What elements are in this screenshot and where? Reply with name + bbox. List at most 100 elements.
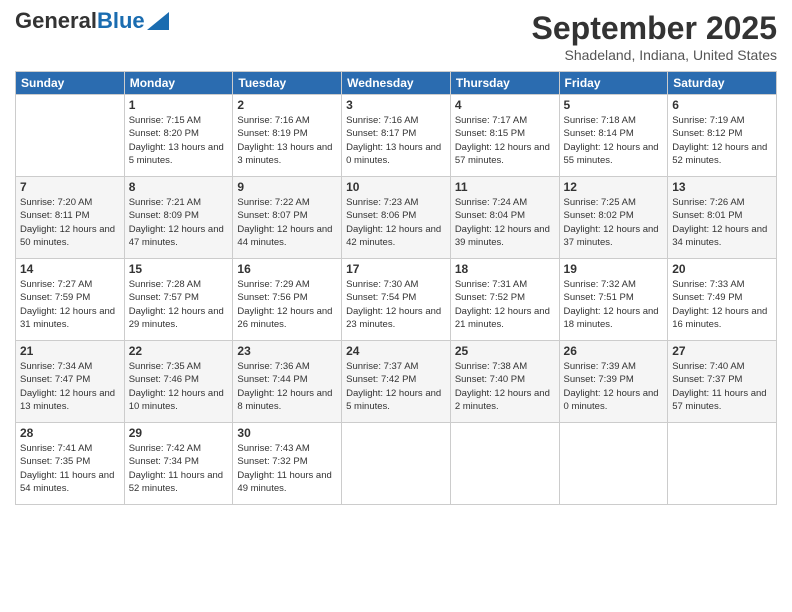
- calendar-cell: 28Sunrise: 7:41 AMSunset: 7:35 PMDayligh…: [16, 423, 125, 505]
- day-info: Sunrise: 7:24 AMSunset: 8:04 PMDaylight:…: [455, 196, 555, 249]
- day-info: Sunrise: 7:27 AMSunset: 7:59 PMDaylight:…: [20, 278, 120, 331]
- day-number: 11: [455, 180, 555, 194]
- calendar-cell: 4 Sunrise: 7:17 AMSunset: 8:15 PMDaylight…: [450, 95, 559, 177]
- calendar-table: SundayMondayTuesdayWednesdayThursdayFrid…: [15, 71, 777, 505]
- calendar-cell: [342, 423, 451, 505]
- subtitle: Shadeland, Indiana, United States: [532, 47, 777, 63]
- day-number: 6: [672, 98, 772, 112]
- day-number: 4: [455, 98, 555, 112]
- calendar-week-row: 21Sunrise: 7:34 AMSunset: 7:47 PMDayligh…: [16, 341, 777, 423]
- col-header-monday: Monday: [124, 72, 233, 95]
- day-number: 5: [564, 98, 664, 112]
- calendar-cell: 23 Sunrise: 7:36 AMSunset: 7:44 PMDayligh…: [233, 341, 342, 423]
- day-number: 18: [455, 262, 555, 276]
- calendar-cell: 7 Sunrise: 7:20 AMSunset: 8:11 PMDaylight…: [16, 177, 125, 259]
- day-number: 19: [564, 262, 664, 276]
- calendar-cell: 22 Sunrise: 7:35 AMSunset: 7:46 PMDayligh…: [124, 341, 233, 423]
- day-number: 24: [346, 344, 446, 358]
- calendar-cell: 8Sunrise: 7:21 AMSunset: 8:09 PMDaylight…: [124, 177, 233, 259]
- logo-blue: Blue: [97, 8, 145, 33]
- col-header-wednesday: Wednesday: [342, 72, 451, 95]
- day-info: Sunrise: 7:22 AMSunset: 8:07 PMDaylight:…: [237, 196, 337, 249]
- day-info: Sunrise: 7:37 AMSunset: 7:42 PMDaylight:…: [346, 360, 446, 413]
- calendar-cell: 3Sunrise: 7:16 AMSunset: 8:17 PMDaylight…: [342, 95, 451, 177]
- col-header-friday: Friday: [559, 72, 668, 95]
- calendar-cell: 9 Sunrise: 7:22 AMSunset: 8:07 PMDaylight…: [233, 177, 342, 259]
- calendar-cell: 26 Sunrise: 7:39 AMSunset: 7:39 PMDayligh…: [559, 341, 668, 423]
- logo-icon: [147, 12, 169, 30]
- day-number: 8: [129, 180, 229, 194]
- day-info: Sunrise: 7:34 AMSunset: 7:47 PMDaylight:…: [20, 360, 120, 413]
- calendar-cell: 20Sunrise: 7:33 AMSunset: 7:49 PMDayligh…: [668, 259, 777, 341]
- day-number: 9: [237, 180, 337, 194]
- logo: GeneralBlue: [15, 10, 169, 32]
- calendar-cell: 15 Sunrise: 7:28 AMSunset: 7:57 PMDayligh…: [124, 259, 233, 341]
- day-info: Sunrise: 7:15 AMSunset: 8:20 PMDaylight:…: [129, 114, 229, 167]
- calendar-cell: 29 Sunrise: 7:42 AMSunset: 7:34 PMDayligh…: [124, 423, 233, 505]
- day-number: 22: [129, 344, 229, 358]
- day-info: Sunrise: 7:42 AMSunset: 7:34 PMDaylight:…: [129, 442, 229, 495]
- calendar-week-row: 14Sunrise: 7:27 AMSunset: 7:59 PMDayligh…: [16, 259, 777, 341]
- day-number: 13: [672, 180, 772, 194]
- day-info: Sunrise: 7:39 AMSunset: 7:39 PMDaylight:…: [564, 360, 664, 413]
- calendar-cell: 18 Sunrise: 7:31 AMSunset: 7:52 PMDayligh…: [450, 259, 559, 341]
- calendar-cell: 21Sunrise: 7:34 AMSunset: 7:47 PMDayligh…: [16, 341, 125, 423]
- calendar-cell: 17 Sunrise: 7:30 AMSunset: 7:54 PMDayligh…: [342, 259, 451, 341]
- day-number: 2: [237, 98, 337, 112]
- day-info: Sunrise: 7:40 AMSunset: 7:37 PMDaylight:…: [672, 360, 772, 413]
- day-number: 7: [20, 180, 120, 194]
- day-info: Sunrise: 7:19 AMSunset: 8:12 PMDaylight:…: [672, 114, 772, 167]
- calendar-cell: 27 Sunrise: 7:40 AMSunset: 7:37 PMDayligh…: [668, 341, 777, 423]
- calendar-cell: 2Sunrise: 7:16 AMSunset: 8:19 PMDaylight…: [233, 95, 342, 177]
- day-info: Sunrise: 7:30 AMSunset: 7:54 PMDaylight:…: [346, 278, 446, 331]
- day-info: Sunrise: 7:16 AMSunset: 8:17 PMDaylight:…: [346, 114, 446, 167]
- day-info: Sunrise: 7:35 AMSunset: 7:46 PMDaylight:…: [129, 360, 229, 413]
- col-header-sunday: Sunday: [16, 72, 125, 95]
- day-info: Sunrise: 7:31 AMSunset: 7:52 PMDaylight:…: [455, 278, 555, 331]
- day-info: Sunrise: 7:26 AMSunset: 8:01 PMDaylight:…: [672, 196, 772, 249]
- day-info: Sunrise: 7:38 AMSunset: 7:40 PMDaylight:…: [455, 360, 555, 413]
- day-info: Sunrise: 7:28 AMSunset: 7:57 PMDaylight:…: [129, 278, 229, 331]
- day-number: 15: [129, 262, 229, 276]
- day-info: Sunrise: 7:23 AMSunset: 8:06 PMDaylight:…: [346, 196, 446, 249]
- calendar-cell: 5 Sunrise: 7:18 AMSunset: 8:14 PMDaylight…: [559, 95, 668, 177]
- calendar-header-row: SundayMondayTuesdayWednesdayThursdayFrid…: [16, 72, 777, 95]
- day-number: 16: [237, 262, 337, 276]
- day-info: Sunrise: 7:33 AMSunset: 7:49 PMDaylight:…: [672, 278, 772, 331]
- day-info: Sunrise: 7:20 AMSunset: 8:11 PMDaylight:…: [20, 196, 120, 249]
- day-number: 12: [564, 180, 664, 194]
- day-info: Sunrise: 7:43 AMSunset: 7:32 PMDaylight:…: [237, 442, 337, 495]
- day-info: Sunrise: 7:17 AMSunset: 8:15 PMDaylight:…: [455, 114, 555, 167]
- day-info: Sunrise: 7:29 AMSunset: 7:56 PMDaylight:…: [237, 278, 337, 331]
- calendar-cell: 19Sunrise: 7:32 AMSunset: 7:51 PMDayligh…: [559, 259, 668, 341]
- day-info: Sunrise: 7:18 AMSunset: 8:14 PMDaylight:…: [564, 114, 664, 167]
- calendar-cell: [16, 95, 125, 177]
- col-header-tuesday: Tuesday: [233, 72, 342, 95]
- day-number: 30: [237, 426, 337, 440]
- day-number: 27: [672, 344, 772, 358]
- day-info: Sunrise: 7:25 AMSunset: 8:02 PMDaylight:…: [564, 196, 664, 249]
- calendar-week-row: 1Sunrise: 7:15 AMSunset: 8:20 PMDaylight…: [16, 95, 777, 177]
- calendar-cell: [450, 423, 559, 505]
- col-header-thursday: Thursday: [450, 72, 559, 95]
- calendar-cell: 12 Sunrise: 7:25 AMSunset: 8:02 PMDayligh…: [559, 177, 668, 259]
- calendar-cell: 24 Sunrise: 7:37 AMSunset: 7:42 PMDayligh…: [342, 341, 451, 423]
- day-info: Sunrise: 7:36 AMSunset: 7:44 PMDaylight:…: [237, 360, 337, 413]
- calendar-cell: 14Sunrise: 7:27 AMSunset: 7:59 PMDayligh…: [16, 259, 125, 341]
- calendar-cell: 11 Sunrise: 7:24 AMSunset: 8:04 PMDayligh…: [450, 177, 559, 259]
- logo-general: General: [15, 8, 97, 33]
- day-number: 23: [237, 344, 337, 358]
- calendar-week-row: 7 Sunrise: 7:20 AMSunset: 8:11 PMDaylight…: [16, 177, 777, 259]
- day-number: 17: [346, 262, 446, 276]
- day-number: 29: [129, 426, 229, 440]
- day-info: Sunrise: 7:41 AMSunset: 7:35 PMDaylight:…: [20, 442, 120, 495]
- calendar-cell: 16 Sunrise: 7:29 AMSunset: 7:56 PMDayligh…: [233, 259, 342, 341]
- calendar-cell: 1Sunrise: 7:15 AMSunset: 8:20 PMDaylight…: [124, 95, 233, 177]
- day-number: 10: [346, 180, 446, 194]
- calendar-cell: 6 Sunrise: 7:19 AMSunset: 8:12 PMDaylight…: [668, 95, 777, 177]
- day-number: 26: [564, 344, 664, 358]
- calendar-cell: [668, 423, 777, 505]
- calendar-cell: 25Sunrise: 7:38 AMSunset: 7:40 PMDayligh…: [450, 341, 559, 423]
- main-title: September 2025: [532, 10, 777, 47]
- calendar-cell: 30 Sunrise: 7:43 AMSunset: 7:32 PMDayligh…: [233, 423, 342, 505]
